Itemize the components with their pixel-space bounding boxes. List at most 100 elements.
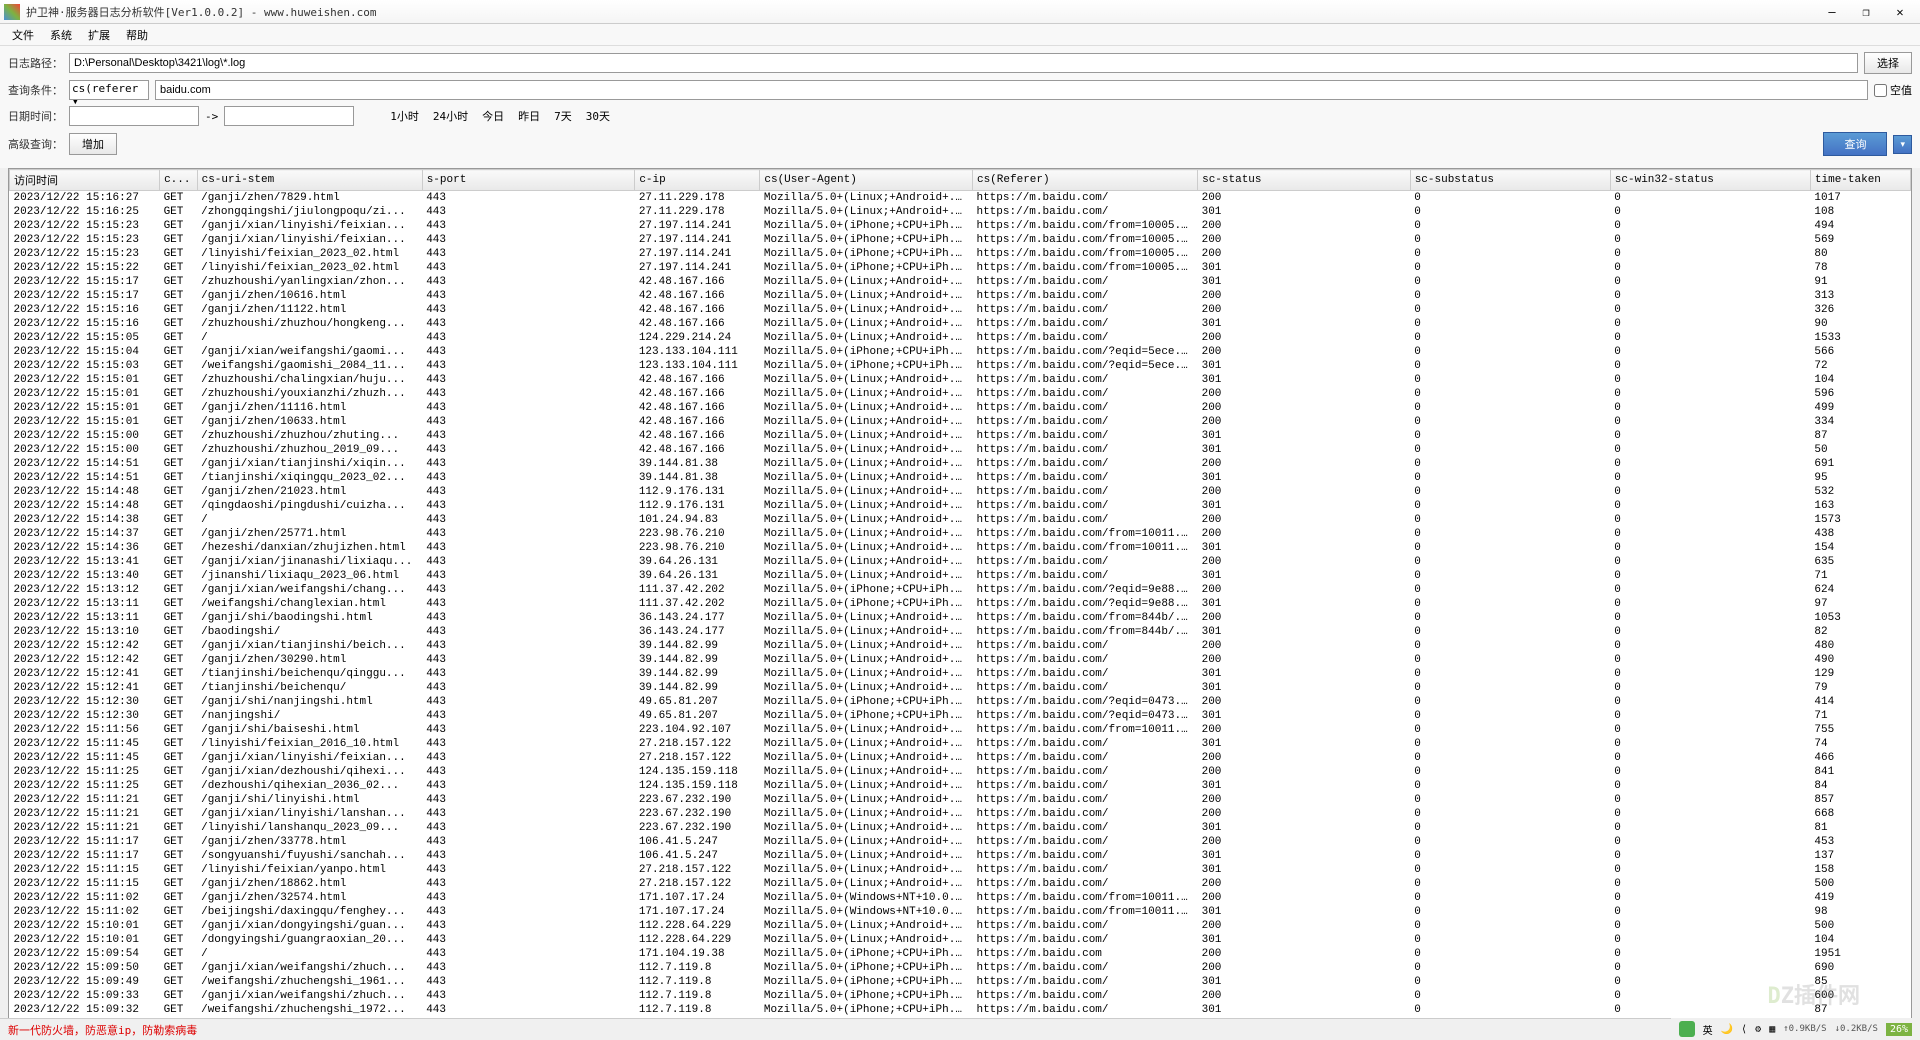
table-row[interactable]: 2023/12/22 15:11:17GET/songyuanshi/fuyus… (10, 849, 1911, 863)
table-row[interactable]: 2023/12/22 15:12:30GET/ganji/shi/nanjing… (10, 695, 1911, 709)
table-row[interactable]: 2023/12/22 15:09:32GET/weifangshi/zhuche… (10, 1003, 1911, 1017)
table-row[interactable]: 2023/12/22 15:15:04GET/ganji/xian/weifan… (10, 345, 1911, 359)
col-method[interactable]: c... (160, 170, 198, 191)
collapse-icon[interactable]: ⟨ (1741, 1024, 1747, 1035)
table-row[interactable]: 2023/12/22 15:12:41GET/tianjinshi/beiche… (10, 681, 1911, 695)
date-from-input[interactable] (69, 106, 199, 126)
table-row[interactable]: 2023/12/22 15:16:25GET/zhongqingshi/jiul… (10, 205, 1911, 219)
query-field-select[interactable]: cs(referer ▾ (69, 80, 149, 100)
empty-value-checkbox[interactable] (1874, 84, 1887, 97)
table-row[interactable]: 2023/12/22 15:10:01GET/ganji/xian/dongyi… (10, 919, 1911, 933)
table-row[interactable]: 2023/12/22 15:11:45GET/ganji/xian/linyis… (10, 751, 1911, 765)
table-row[interactable]: 2023/12/22 15:11:25GET/ganji/xian/dezhou… (10, 765, 1911, 779)
table-row[interactable]: 2023/12/22 15:09:50GET/ganji/xian/weifan… (10, 961, 1911, 975)
table-row[interactable]: 2023/12/22 15:14:38GET/443101.24.94.83Mo… (10, 513, 1911, 527)
time-7d[interactable]: 7天 (550, 108, 576, 124)
log-table-container[interactable]: 访问时间 c... cs-uri-stem s-port c-ip cs(Use… (8, 168, 1912, 1028)
time-24h[interactable]: 24小时 (429, 108, 472, 124)
query-value-input[interactable] (155, 80, 1868, 100)
table-row[interactable]: 2023/12/22 15:11:25GET/dezhoushi/qihexia… (10, 779, 1911, 793)
table-row[interactable]: 2023/12/22 15:15:16GET/zhuzhoushi/zhuzho… (10, 317, 1911, 331)
table-row[interactable]: 2023/12/22 15:11:02GET/ganji/zhen/32574.… (10, 891, 1911, 905)
table-row[interactable]: 2023/12/22 15:11:02GET/beijingshi/daxing… (10, 905, 1911, 919)
table-row[interactable]: 2023/12/22 15:15:23GET/ganji/xian/linyis… (10, 233, 1911, 247)
table-row[interactable]: 2023/12/22 15:14:37GET/ganji/zhen/25771.… (10, 527, 1911, 541)
maximize-button[interactable]: ❐ (1850, 2, 1882, 22)
time-yesterday[interactable]: 昨日 (514, 108, 544, 124)
table-row[interactable]: 2023/12/22 15:14:48GET/qingdaoshi/pingdu… (10, 499, 1911, 513)
table-row[interactable]: 2023/12/22 15:10:01GET/dongyingshi/guang… (10, 933, 1911, 947)
table-row[interactable]: 2023/12/22 15:11:45GET/linyishi/feixian_… (10, 737, 1911, 751)
col-time[interactable]: 访问时间 (10, 170, 160, 191)
menu-system[interactable]: 系统 (42, 25, 80, 45)
table-row[interactable]: 2023/12/22 15:15:01GET/ganji/zhen/11116.… (10, 401, 1911, 415)
table-row[interactable]: 2023/12/22 15:15:01GET/zhuzhoushi/youxia… (10, 387, 1911, 401)
table-row[interactable]: 2023/12/22 15:09:33GET/ganji/xian/weifan… (10, 989, 1911, 1003)
table-row[interactable]: 2023/12/22 15:11:15GET/ganji/zhen/18862.… (10, 877, 1911, 891)
moon-icon[interactable]: 🌙 (1721, 1024, 1733, 1035)
col-timetaken[interactable]: time-taken (1810, 170, 1910, 191)
table-row[interactable]: 2023/12/22 15:11:56GET/ganji/shi/baisesh… (10, 723, 1911, 737)
time-30d[interactable]: 30天 (582, 108, 614, 124)
table-row[interactable]: 2023/12/22 15:09:54GET/443171.104.19.38M… (10, 947, 1911, 961)
table-row[interactable]: 2023/12/22 15:13:41GET/ganji/xian/jinana… (10, 555, 1911, 569)
table-row[interactable]: 2023/12/22 15:13:40GET/jinanshi/lixiaqu_… (10, 569, 1911, 583)
col-ua[interactable]: cs(User-Agent) (760, 170, 973, 191)
log-path-input[interactable] (69, 53, 1858, 73)
table-row[interactable]: 2023/12/22 15:15:01GET/ganji/zhen/10633.… (10, 415, 1911, 429)
close-button[interactable]: ✕ (1884, 2, 1916, 22)
table-row[interactable]: 2023/12/22 15:11:21GET/ganji/xian/linyis… (10, 807, 1911, 821)
table-row[interactable]: 2023/12/22 15:11:21GET/linyishi/lanshanq… (10, 821, 1911, 835)
empty-value-check[interactable]: 空值 (1874, 82, 1912, 98)
date-to-input[interactable] (224, 106, 354, 126)
select-button[interactable]: 选择 (1864, 52, 1912, 74)
query-button[interactable]: 查询 (1823, 132, 1887, 156)
query-dropdown-button[interactable]: ▾ (1893, 135, 1912, 154)
table-row[interactable]: 2023/12/22 15:16:27GET/ganji/zhen/7829.h… (10, 191, 1911, 206)
col-win32[interactable]: sc-win32-status (1610, 170, 1810, 191)
table-row[interactable]: 2023/12/22 15:12:30GET/nanjingshi/44349.… (10, 709, 1911, 723)
menu-file[interactable]: 文件 (4, 25, 42, 45)
table-row[interactable]: 2023/12/22 15:11:15GET/linyishi/feixian/… (10, 863, 1911, 877)
table-row[interactable]: 2023/12/22 15:14:36GET/hezeshi/danxian/z… (10, 541, 1911, 555)
grid-icon[interactable]: ▦ (1769, 1024, 1775, 1035)
table-row[interactable]: 2023/12/22 15:15:00GET/zhuzhoushi/zhuzho… (10, 443, 1911, 457)
table-row[interactable]: 2023/12/22 15:09:49GET/weifangshi/zhuche… (10, 975, 1911, 989)
table-row[interactable]: 2023/12/22 15:12:41GET/tianjinshi/beiche… (10, 667, 1911, 681)
col-referer[interactable]: cs(Referer) (972, 170, 1197, 191)
add-button[interactable]: 增加 (69, 133, 117, 155)
table-row[interactable]: 2023/12/22 15:13:11GET/ganji/shi/baoding… (10, 611, 1911, 625)
time-1h[interactable]: 1小时 (386, 108, 423, 124)
menu-extend[interactable]: 扩展 (80, 25, 118, 45)
col-ip[interactable]: c-ip (635, 170, 760, 191)
table-row[interactable]: 2023/12/22 15:15:23GET/linyishi/feixian_… (10, 247, 1911, 261)
table-row[interactable]: 2023/12/22 15:15:05GET/443124.229.214.24… (10, 331, 1911, 345)
table-row[interactable]: 2023/12/22 15:13:12GET/ganji/xian/weifan… (10, 583, 1911, 597)
table-row[interactable]: 2023/12/22 15:15:23GET/ganji/xian/linyis… (10, 219, 1911, 233)
tray-icon-1[interactable] (1679, 1021, 1695, 1037)
table-row[interactable]: 2023/12/22 15:15:17GET/zhuzhoushi/yanlin… (10, 275, 1911, 289)
table-row[interactable]: 2023/12/22 15:15:16GET/ganji/zhen/11122.… (10, 303, 1911, 317)
table-row[interactable]: 2023/12/22 15:15:01GET/zhuzhoushi/chalin… (10, 373, 1911, 387)
col-port[interactable]: s-port (422, 170, 635, 191)
col-substatus[interactable]: sc-substatus (1410, 170, 1610, 191)
table-row[interactable]: 2023/12/22 15:14:48GET/ganji/zhen/21023.… (10, 485, 1911, 499)
col-uri[interactable]: cs-uri-stem (197, 170, 422, 191)
table-row[interactable]: 2023/12/22 15:13:10GET/baodingshi/44336.… (10, 625, 1911, 639)
menu-help[interactable]: 帮助 (118, 25, 156, 45)
table-row[interactable]: 2023/12/22 15:14:51GET/tianjinshi/xiqing… (10, 471, 1911, 485)
table-row[interactable]: 2023/12/22 15:12:42GET/ganji/xian/tianji… (10, 639, 1911, 653)
table-row[interactable]: 2023/12/22 15:12:42GET/ganji/zhen/30290.… (10, 653, 1911, 667)
time-today[interactable]: 今日 (478, 108, 508, 124)
table-row[interactable]: 2023/12/22 15:15:03GET/weifangshi/gaomis… (10, 359, 1911, 373)
minimize-button[interactable]: — (1816, 2, 1848, 22)
table-row[interactable]: 2023/12/22 15:15:00GET/zhuzhoushi/zhuzho… (10, 429, 1911, 443)
ime-indicator[interactable]: 英 (1703, 1022, 1713, 1037)
table-row[interactable]: 2023/12/22 15:13:11GET/weifangshi/changl… (10, 597, 1911, 611)
table-row[interactable]: 2023/12/22 15:11:21GET/ganji/shi/linyish… (10, 793, 1911, 807)
gear-icon[interactable]: ⚙ (1755, 1024, 1761, 1035)
col-status[interactable]: sc-status (1198, 170, 1411, 191)
table-row[interactable]: 2023/12/22 15:15:22GET/linyishi/feixian_… (10, 261, 1911, 275)
table-row[interactable]: 2023/12/22 15:11:17GET/ganji/zhen/33778.… (10, 835, 1911, 849)
table-row[interactable]: 2023/12/22 15:14:51GET/ganji/xian/tianji… (10, 457, 1911, 471)
